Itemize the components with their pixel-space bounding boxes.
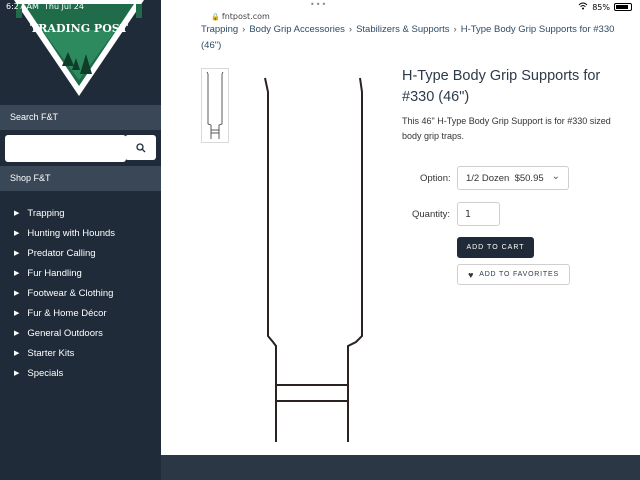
- nav-item-fur-handling[interactable]: ▶ Fur Handling: [14, 263, 115, 283]
- caret-right-icon: ▶: [14, 250, 20, 257]
- breadcrumb: Trapping › Body Grip Accessories › Stabilize…: [201, 22, 621, 54]
- nav-item-trapping[interactable]: ▶ Trapping: [14, 203, 115, 223]
- footer: [161, 455, 640, 480]
- tab-dots-icon[interactable]: •••: [310, 0, 327, 9]
- option-select[interactable]: 1/2 Dozen $50.95 ⌄: [457, 166, 569, 190]
- add-to-cart-button[interactable]: ADD TO CART: [457, 237, 534, 258]
- shop-header: Shop F&T: [0, 166, 161, 191]
- wifi-icon: [578, 2, 588, 12]
- product-image[interactable]: [232, 70, 392, 450]
- caret-right-icon: ▶: [14, 270, 20, 277]
- caret-right-icon: ▶: [14, 370, 20, 377]
- support-thumbnail-image: [206, 71, 224, 139]
- chevron-down-icon: ⌄: [551, 171, 560, 182]
- caret-right-icon: ▶: [14, 230, 20, 237]
- quantity-label: Quantity:: [412, 209, 451, 220]
- svg-text:TRADING POST: TRADING POST: [30, 22, 129, 35]
- status-date-value: Thu Jul 24: [43, 2, 84, 11]
- sidebar: TRADING POST Search F&T Shop F&T ▶ Trappi…: [0, 0, 161, 480]
- nav-item-specials[interactable]: ▶ Specials: [14, 363, 115, 383]
- heart-icon: ♥: [468, 269, 475, 280]
- caret-right-icon: ▶: [14, 290, 20, 297]
- search-icon: [135, 142, 145, 152]
- nav-item-footwear-clothing[interactable]: ▶ Footwear & Clothing: [14, 283, 115, 303]
- caret-right-icon: ▶: [14, 310, 20, 317]
- nav-item-starter-kits[interactable]: ▶ Starter Kits: [14, 343, 115, 363]
- battery-percent: 85%: [592, 2, 610, 12]
- nav-item-label: Trapping: [27, 207, 65, 219]
- nav-item-predator-calling[interactable]: ▶ Predator Calling: [14, 243, 115, 263]
- search-header: Search F&T: [0, 105, 161, 130]
- nav-item-label: Starter Kits: [27, 347, 75, 359]
- caret-right-icon: ▶: [14, 350, 20, 357]
- product-thumbnail[interactable]: [201, 68, 229, 143]
- nav-item-general-outdoors[interactable]: ▶ General Outdoors: [14, 323, 115, 343]
- nav-item-label: Hunting with Hounds: [27, 227, 116, 239]
- add-to-favorites-button[interactable]: ♥ ADD TO FAVORITES: [457, 264, 570, 285]
- nav-item-hunting-with-hounds[interactable]: ▶ Hunting with Hounds: [14, 223, 115, 243]
- product-title: H-Type Body Grip Supports for #330 (46"): [402, 68, 601, 105]
- search-button[interactable]: [125, 135, 156, 160]
- nav-item-label: Predator Calling: [27, 247, 96, 259]
- battery-icon: [614, 3, 632, 11]
- option-label: Option:: [420, 173, 451, 184]
- add-to-favorites-label: ADD TO FAVORITES: [479, 271, 559, 278]
- url-bar[interactable]: 🔒 fntpost.com: [1, 12, 480, 21]
- battery-fill: [616, 5, 628, 9]
- status-time: 6:27 AM Thu Jul 24: [6, 2, 84, 11]
- nav-item-label: Fur & Home Décor: [27, 307, 107, 319]
- nav-item-label: Specials: [27, 367, 64, 379]
- quantity-input[interactable]: 1: [457, 202, 500, 226]
- nav-item-label: General Outdoors: [27, 327, 103, 339]
- option-select-value: 1/2 Dozen $50.95: [466, 173, 544, 184]
- nav-item-label: Fur Handling: [27, 267, 82, 279]
- nav-item-fur-home-decor[interactable]: ▶ Fur & Home Décor: [14, 303, 115, 323]
- status-time-value: 6:27 AM: [6, 2, 39, 11]
- url-text: fntpost.com: [221, 12, 270, 21]
- caret-right-icon: ▶: [14, 210, 20, 217]
- lock-icon: 🔒: [211, 13, 220, 21]
- product-description: This 46" H-Type Body Grip Support is for…: [402, 116, 611, 141]
- search-input[interactable]: [5, 135, 126, 162]
- status-right: 85%: [578, 2, 632, 12]
- caret-right-icon: ▶: [14, 330, 20, 337]
- nav-item-label: Footwear & Clothing: [27, 287, 114, 299]
- shop-nav: ▶ Trapping ▶ Hunting with Hounds ▶ Predator…: [14, 203, 115, 383]
